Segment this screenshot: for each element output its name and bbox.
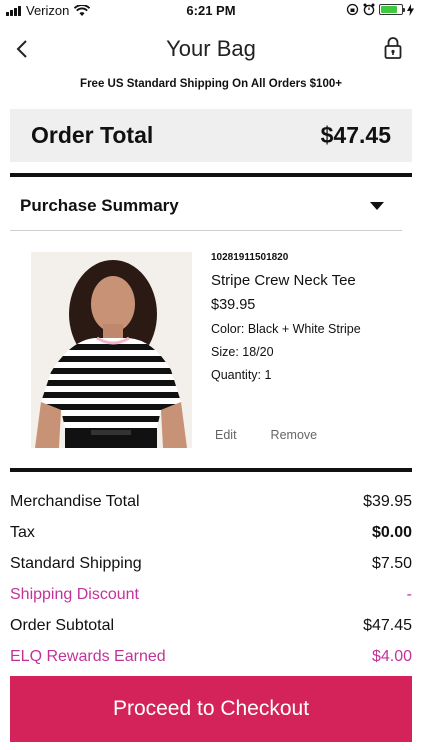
caret-down-icon bbox=[370, 201, 384, 210]
lock-icon[interactable] bbox=[382, 36, 404, 60]
purchase-summary-title: Purchase Summary bbox=[20, 195, 179, 215]
divider bbox=[10, 468, 412, 472]
product-price: $39.95 bbox=[211, 297, 256, 313]
tax-label: Tax bbox=[10, 523, 35, 541]
rewards-value: $4.00 bbox=[371, 647, 412, 665]
shipping-value: $7.50 bbox=[371, 554, 412, 572]
shipping-row: Standard Shipping $7.50 bbox=[10, 548, 412, 579]
remove-button[interactable]: Remove bbox=[271, 428, 318, 442]
page-title: Your Bag bbox=[166, 36, 256, 61]
order-total-value: $47.45 bbox=[320, 122, 391, 148]
order-subtotal-value: $47.45 bbox=[363, 616, 412, 634]
charging-icon bbox=[407, 3, 414, 16]
tax-value: $0.00 bbox=[371, 523, 412, 541]
merchandise-total-value: $39.95 bbox=[363, 492, 412, 510]
proceed-to-checkout-button[interactable]: Proceed to Checkout bbox=[10, 676, 412, 742]
merchandise-total-row: Merchandise Total $39.95 bbox=[10, 486, 412, 517]
totals-list: Merchandise Total $39.95 Tax $0.00 Stand… bbox=[10, 486, 412, 672]
shipping-label: Standard Shipping bbox=[10, 554, 142, 572]
product-name[interactable]: Stripe Crew Neck Tee bbox=[211, 272, 406, 289]
edit-button[interactable]: Edit bbox=[215, 428, 237, 442]
order-total-bar: Order Total $47.45 bbox=[10, 109, 412, 162]
alarm-icon bbox=[363, 3, 375, 16]
product-sku: 10281911501820 bbox=[211, 252, 289, 263]
tax-row: Tax $0.00 bbox=[10, 517, 412, 548]
rotation-lock-icon bbox=[346, 3, 359, 16]
status-bar: Verizon 6:21 PM bbox=[0, 0, 422, 22]
shipping-discount-label: Shipping Discount bbox=[10, 585, 139, 603]
rewards-row: ELQ Rewards Earned $4.00 bbox=[10, 641, 412, 672]
product-image[interactable] bbox=[31, 252, 192, 448]
status-right bbox=[346, 3, 414, 16]
order-subtotal-label: Order Subtotal bbox=[10, 616, 115, 634]
product-size: Size: 18/20 bbox=[211, 345, 274, 359]
divider bbox=[10, 173, 412, 177]
shipping-discount-value: - bbox=[406, 585, 412, 603]
rewards-label: ELQ Rewards Earned bbox=[10, 647, 166, 665]
header: Your Bag bbox=[0, 24, 422, 74]
battery-icon bbox=[379, 4, 405, 15]
product-photo bbox=[31, 252, 192, 448]
shipping-promo-banner: Free US Standard Shipping On All Orders … bbox=[80, 78, 342, 90]
product-color: Color: Black + White Stripe bbox=[211, 322, 361, 336]
product-info: 10281911501820 Stripe Crew Neck Tee $39.… bbox=[211, 252, 406, 391]
item-actions: Edit Remove bbox=[215, 428, 317, 442]
order-subtotal-row: Order Subtotal $47.45 bbox=[10, 610, 412, 641]
purchase-summary-toggle[interactable]: Purchase Summary bbox=[10, 181, 402, 231]
product-quantity: Quantity: 1 bbox=[211, 368, 272, 382]
shipping-discount-row: Shipping Discount - bbox=[10, 579, 412, 610]
order-total-label: Order Total bbox=[31, 122, 154, 148]
merchandise-total-label: Merchandise Total bbox=[10, 492, 140, 510]
